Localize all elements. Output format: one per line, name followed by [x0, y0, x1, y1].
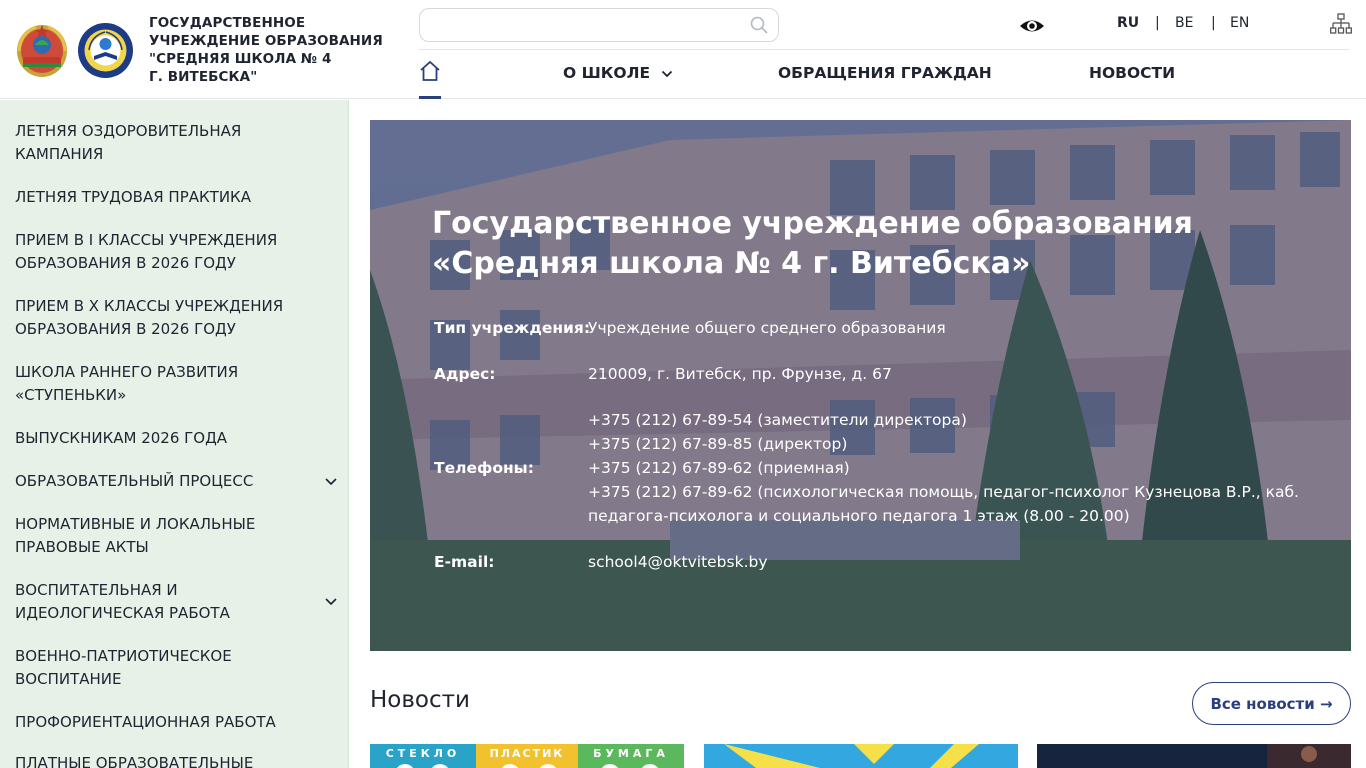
school-name-line: УЧРЕЖДЕНИЕ ОБРАЗОВАНИЯ [149, 33, 383, 49]
nav-item-news[interactable]: НОВОСТИ [1089, 64, 1175, 82]
hero-banner: Государственное учреждение образования «… [370, 120, 1351, 651]
sidebar-item-upbringing[interactable]: ВОСПИТАТЕЛЬНАЯ И ИДЕОЛОГИЧЕСКАЯ РАБОТА [15, 579, 315, 625]
sidebar-item-career[interactable]: ПРОФОРИЕНТАЦИОННАЯ РАБОТА [15, 711, 315, 734]
news-card-image[interactable] [1037, 744, 1351, 768]
phone-item: педагога-психолога и социального педагог… [588, 507, 1130, 525]
hero-title-line: Государственное учреждение образования [432, 206, 1193, 241]
hero-title-line: «Средняя школа № 4 г. Витебска» [432, 246, 1031, 281]
news-section-title: Новости [370, 687, 470, 713]
school-name-line: ГОСУДАРСТВЕННОЕ [149, 15, 306, 31]
email-link[interactable]: school4@oktvitebsk.by [588, 550, 1308, 574]
type-value: Учреждение общего среднего образования [588, 319, 946, 337]
accessibility-eye-icon[interactable] [1019, 15, 1045, 37]
search-input[interactable] [420, 9, 740, 41]
phone-item[interactable]: +375 (212) 67-89-62 (приемная) [588, 456, 1308, 480]
sidebar-item-legal-acts[interactable]: НОРМАТИВНЫЕ И ЛОКАЛЬНЫЕ ПРАВОВЫЕ АКТЫ [15, 513, 315, 559]
card-word: БУМАГА [593, 747, 669, 760]
news-card-image[interactable] [704, 744, 1018, 768]
school-logo-icon[interactable] [77, 22, 134, 79]
card-word: СТЕКЛО [386, 747, 461, 760]
lang-separator: | [1155, 15, 1160, 31]
chevron-down-icon[interactable] [324, 477, 338, 487]
phone-item[interactable]: +375 (212) 67-89-62 (психологическая пом… [588, 480, 1308, 504]
nav-home[interactable] [419, 60, 441, 99]
school-name-line: Г. ВИТЕБСКА" [149, 69, 258, 85]
hero-title: Государственное учреждение образования «… [432, 204, 1312, 284]
phone-item[interactable]: +375 (212) 67-89-85 (директор) [588, 432, 1308, 456]
sidebar-item-admission-1[interactable]: ПРИЕМ В I КЛАССЫ УЧРЕЖДЕНИЯ ОБРАЗОВАНИЯ … [15, 229, 315, 275]
chevron-down-icon[interactable] [324, 597, 338, 607]
sidebar-item-admission-10[interactable]: ПРИЕМ В Х КЛАССЫ УЧРЕЖДЕНИЯ ОБРАЗОВАНИЯ … [15, 295, 315, 341]
state-emblem-icon[interactable] [14, 21, 70, 79]
email-label: E-mail: [434, 553, 495, 571]
school-name-line: "СРЕДНЯЯ ШКОЛА № 4 [149, 51, 332, 67]
sidebar-item-patriotic[interactable]: ВОЕННО-ПАТРИОТИЧЕСКОЕ ВОСПИТАНИЕ [15, 645, 315, 691]
nav-item-label: О ШКОЛЕ [563, 64, 651, 82]
sitemap-icon[interactable] [1330, 13, 1352, 35]
phones-label: Телефоны: [434, 459, 534, 477]
chevron-down-icon [662, 70, 673, 77]
school-name[interactable]: ГОСУДАРСТВЕННОЕ УЧРЕЖДЕНИЕ ОБРАЗОВАНИЯ "… [149, 14, 389, 86]
sidebar-item-summer-work[interactable]: ЛЕТНЯЯ ТРУДОВАЯ ПРАКТИКА [15, 186, 315, 209]
type-label: Тип учреждения: [434, 319, 591, 337]
home-icon [420, 60, 440, 81]
phone-item[interactable]: +375 (212) 67-89-54 (заместители директо… [588, 408, 1308, 432]
nav-item-label: НОВОСТИ [1089, 64, 1176, 82]
site-header: ГОСУДАРСТВЕННОЕ УЧРЕЖДЕНИЕ ОБРАЗОВАНИЯ "… [0, 0, 1366, 99]
search-icon[interactable] [750, 16, 768, 34]
address-value: 210009, г. Витебск, пр. Фрунзе, д. 67 [588, 365, 892, 383]
lang-be[interactable]: BE [1175, 15, 1193, 31]
news-card-image[interactable]: СТЕКЛО ПЛАСТИК БУМАГА [370, 744, 684, 768]
sidebar: ЛЕТНЯЯ ОЗДОРОВИТЕЛЬНАЯ КАМПАНИЯ ЛЕТНЯЯ Т… [0, 100, 349, 768]
lang-ru[interactable]: RU [1117, 15, 1139, 31]
sidebar-item-graduates[interactable]: ВЫПУСКНИКАМ 2026 ГОДА [15, 427, 315, 450]
sidebar-item-summer-camp[interactable]: ЛЕТНЯЯ ОЗДОРОВИТЕЛЬНАЯ КАМПАНИЯ [15, 120, 315, 166]
address-label: Адрес: [434, 365, 496, 383]
nav-item-about[interactable]: О ШКОЛЕ [563, 64, 673, 82]
nav-item-label: ОБРАЩЕНИЯ ГРАЖДАН [778, 64, 992, 82]
lang-en[interactable]: EN [1230, 15, 1249, 31]
nav-divider [419, 49, 1349, 50]
phones-list: +375 (212) 67-89-54 (заместители директо… [588, 408, 1308, 528]
search-box [419, 8, 779, 42]
card-word: ПЛАСТИК [490, 747, 565, 760]
nav-home-active-indicator [419, 96, 441, 99]
nav-item-appeals[interactable]: ОБРАЩЕНИЯ ГРАЖДАН [778, 64, 992, 82]
all-news-button[interactable]: Все новости → [1192, 682, 1351, 725]
sidebar-item-early-school[interactable]: ШКОЛА РАННЕГО РАЗВИТИЯ «СТУПЕНЬКИ» [15, 361, 315, 407]
sidebar-item-education-process[interactable]: ОБРАЗОВАТЕЛЬНЫЙ ПРОЦЕСС [15, 470, 315, 493]
main-content: Государственное учреждение образования «… [350, 100, 1366, 768]
sidebar-item-paid-services[interactable]: ПЛАТНЫЕ ОБРАЗОВАТЕЛЬНЫЕ УСЛУГИ [15, 752, 315, 768]
lang-separator: | [1211, 15, 1216, 31]
